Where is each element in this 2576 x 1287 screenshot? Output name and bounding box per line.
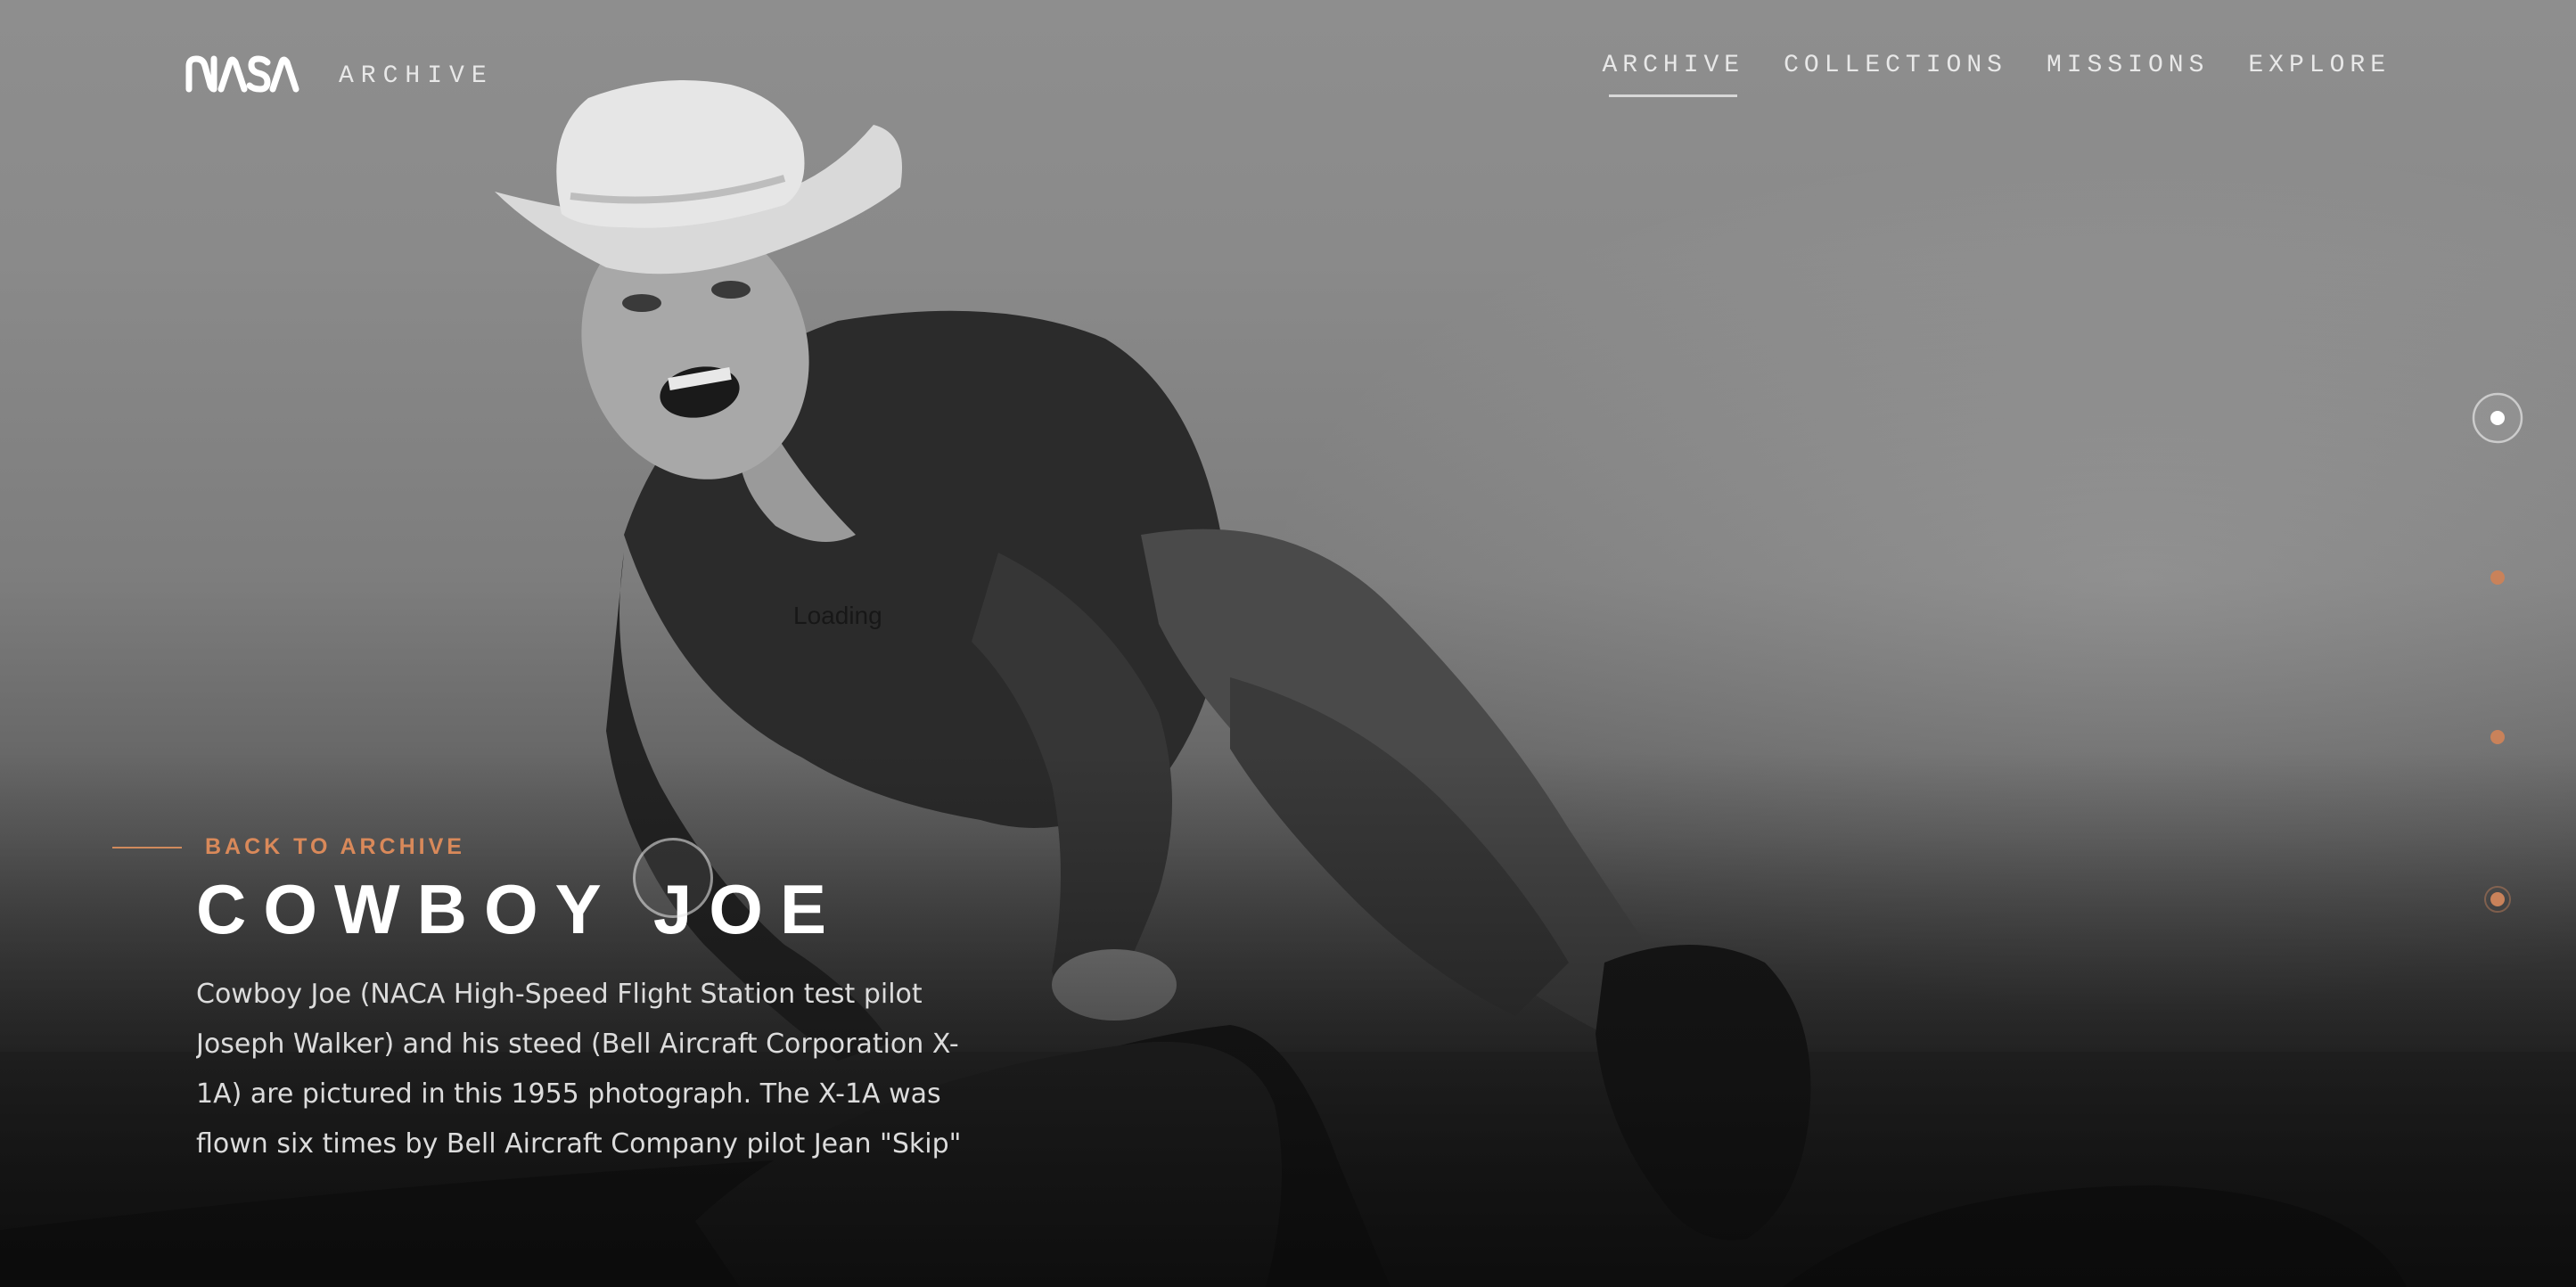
nasa-worm-logo-icon [185,55,299,93]
nav-collections[interactable]: COLLECTIONS [1784,52,2007,97]
pager-dot-4[interactable] [2484,886,2511,913]
hero-stage: ARCHIVE ARCHIVE COLLECTIONS MISSIONS EXP… [0,0,2576,1287]
nasa-archive-logo[interactable]: ARCHIVE [184,50,494,96]
nav-archive[interactable]: ARCHIVE [1602,52,1744,97]
pager-dot-2[interactable] [2490,570,2505,585]
description-text: Cowboy Joe (NACA High-Speed Flight Stati… [196,979,962,1160]
pager-dot-1[interactable] [2472,392,2523,444]
back-to-archive-link[interactable]: BACK TO ARCHIVE [112,834,465,860]
back-link-label: BACK TO ARCHIVE [205,834,465,859]
nav-explore[interactable]: EXPLORE [2248,52,2391,97]
nav-missions[interactable]: MISSIONS [2047,52,2209,97]
page-title: COWBOY JOE [196,870,843,948]
main-nav: ARCHIVE COLLECTIONS MISSIONS EXPLORE [1602,52,2391,97]
logo-subtitle: ARCHIVE [339,62,494,90]
pager-dot-3[interactable] [2490,730,2505,744]
loading-text: Loading [793,602,882,629]
back-link-line [112,846,182,848]
slide-pager [2472,392,2523,913]
cursor-ring [633,838,713,918]
